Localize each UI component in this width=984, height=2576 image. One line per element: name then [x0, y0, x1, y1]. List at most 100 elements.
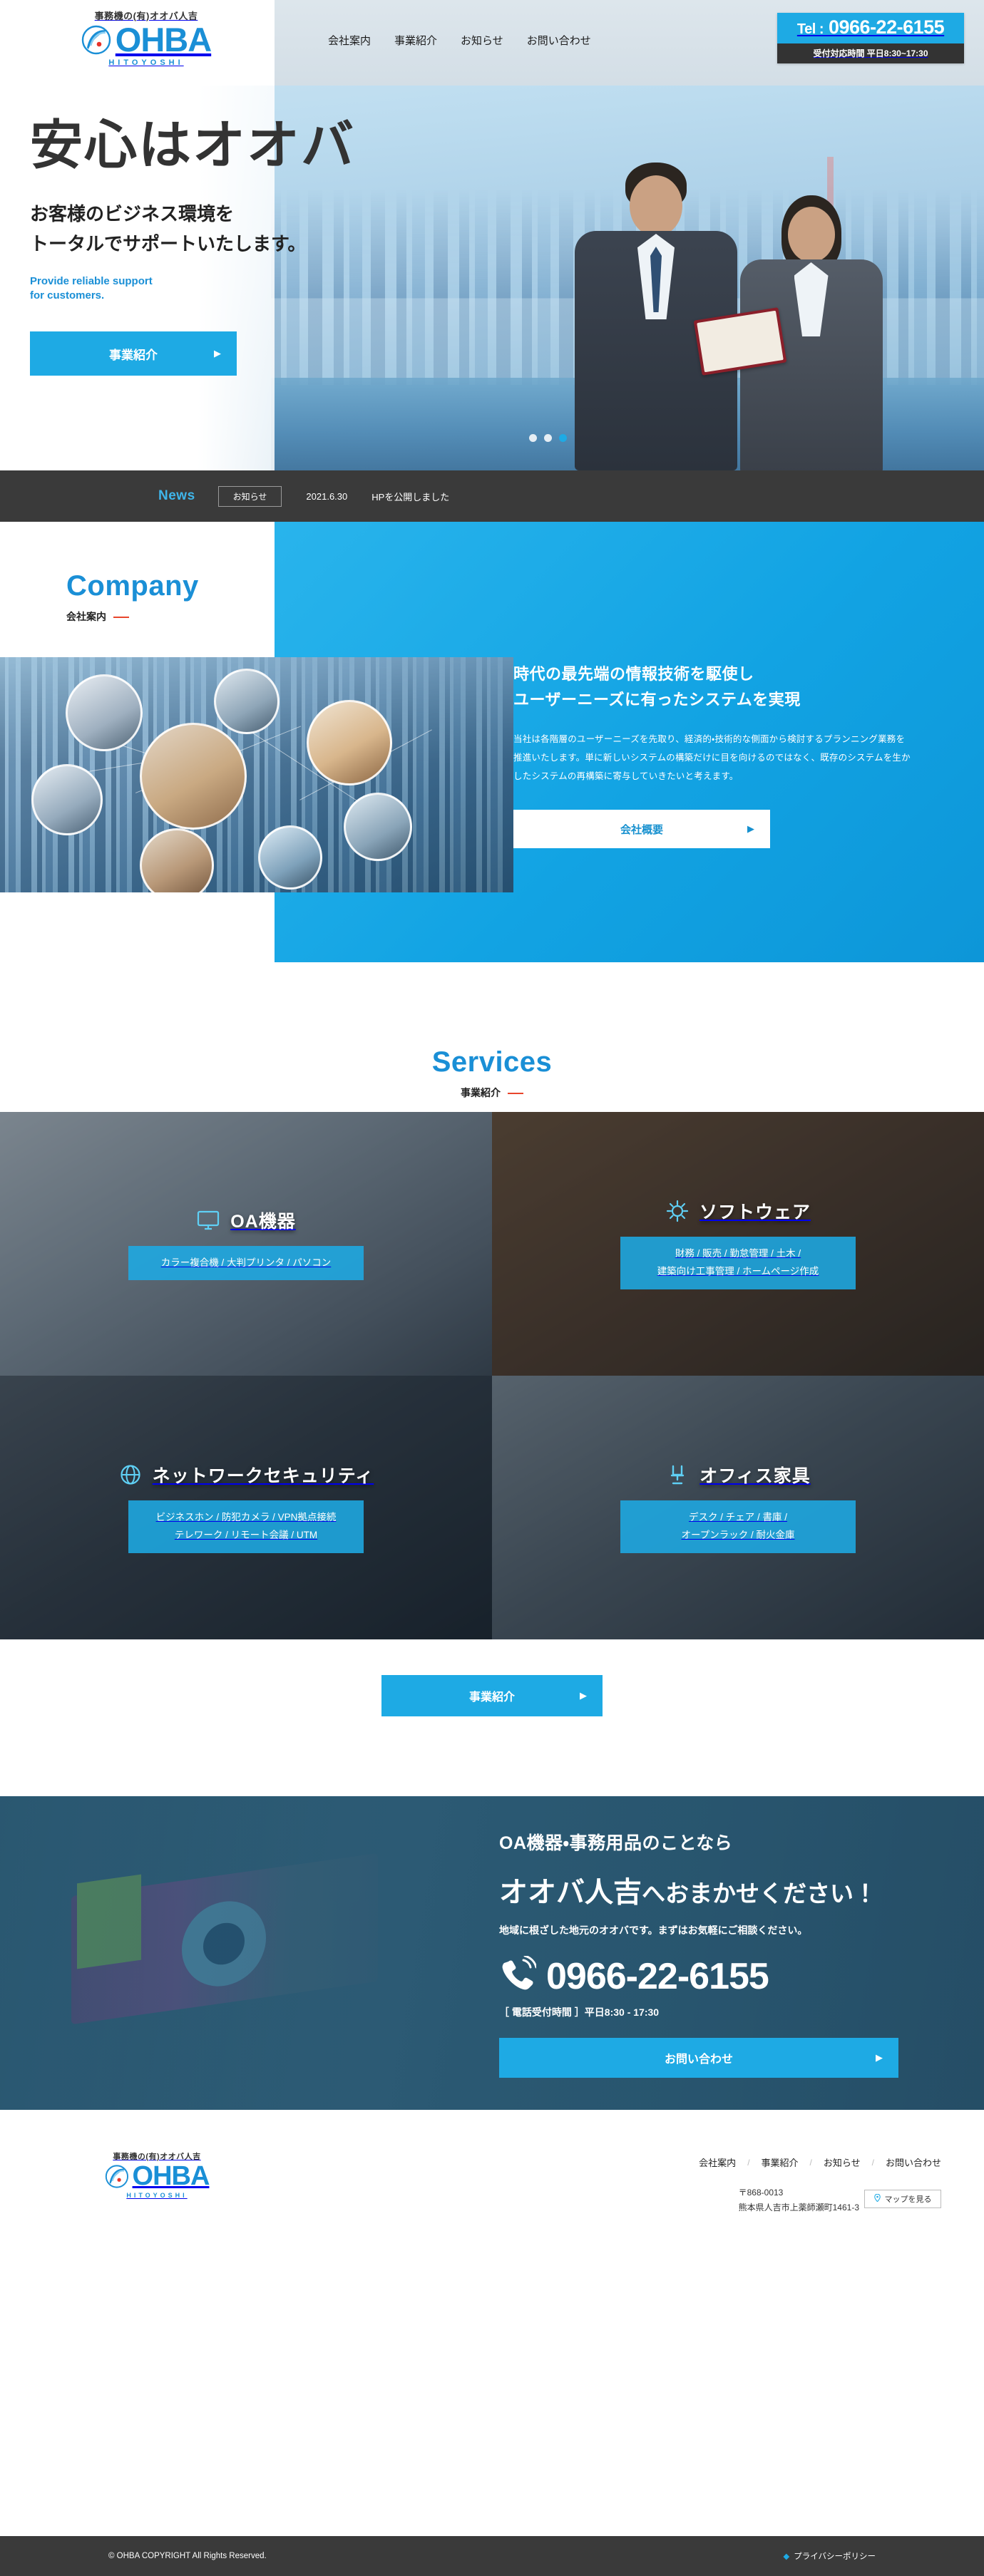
- footer-map-label: マップを見る: [884, 2195, 932, 2204]
- header-telephone-hours: 受付対応時間 平日8:30~17:30: [777, 43, 964, 64]
- footer-nav-item-services[interactable]: 事業紹介: [762, 2155, 799, 2169]
- cta-line2-rest: へおまかせください！: [642, 1880, 877, 1907]
- photo-bubble-server: [344, 793, 412, 861]
- news-date: 2021.6.30: [306, 490, 348, 502]
- service-card-tags-line1: 財務 / 販売 / 勤怠管理 / 土木 /: [675, 1248, 801, 1259]
- footer-navigation[interactable]: 会社案内 / 事業紹介 / お知らせ / お問い合わせ: [699, 2155, 941, 2169]
- company-text-block: 時代の最先端の情報技術を駆使し ユーザーニーズに有ったシステムを実現 当社は各階…: [513, 661, 913, 849]
- site-header: 事務機の(有)オオバ人吉 OHBA HITOYOSHI 会社案内 事業紹介 お知…: [0, 0, 984, 86]
- cta-text-block: OA機器・事務用品のことなら オオバ人吉へおまかせください！ 地域に根ざした地元…: [499, 1829, 941, 2078]
- service-card-tags-line1: デスク / チェア / 書庫 /: [688, 1512, 787, 1523]
- footer-nav-item-contact[interactable]: お問い合わせ: [886, 2155, 941, 2169]
- service-card-office-furniture[interactable]: オフィス家具 デスク / チェア / 書庫 / オープンラック / 耐火金庫: [492, 1376, 984, 1639]
- logo-subtitle: HITOYOSHI: [108, 58, 184, 68]
- service-card-tags: カラー複合機 / 大判プリンタ / パソコン: [128, 1245, 364, 1281]
- tel-label: Tel :: [796, 21, 824, 37]
- nav-item-company[interactable]: 会社案内: [328, 33, 371, 48]
- service-card-tags: デスク / チェア / 書庫 / オープンラック / 耐火金庫: [620, 1500, 856, 1553]
- heading-underline-bar: [508, 1093, 523, 1095]
- photo-bubble-typing: [140, 828, 214, 892]
- slider-dot-3[interactable]: [559, 434, 567, 442]
- hero-slider-dots[interactable]: [529, 434, 567, 442]
- ohba-swoosh-logo-mark-icon: [105, 2164, 131, 2189]
- services-more-button[interactable]: 事業紹介 ▶: [381, 1675, 603, 1716]
- news-bar-inner: News お知らせ 2021.6.30 HPを公開しました: [158, 485, 449, 507]
- footer-logo-subtitle: HITOYOSHI: [126, 2192, 188, 2200]
- services-grid: OA機器 カラー複合機 / 大判プリンタ / パソコン ソフトウェア 財務 / …: [0, 1112, 984, 1639]
- service-card-network-security[interactable]: ネットワークセキュリティ ビジネスホン / 防犯カメラ / VPN拠点接続 テレ…: [0, 1376, 492, 1639]
- service-card-tags-line2: テレワーク / リモート会議 / UTM: [174, 1530, 318, 1540]
- cta-phone-number: 0966-22-6155: [546, 1955, 769, 1997]
- company-heading-ja-text: 会社案内: [66, 611, 106, 622]
- arrow-right-icon: ▶: [214, 348, 221, 359]
- service-card-tags-line2: オープンラック / 耐火金庫: [681, 1530, 795, 1540]
- cta-contact-button-label: お問い合わせ: [664, 2054, 733, 2066]
- footer-map-button[interactable]: マップを見る: [864, 2190, 941, 2208]
- footer-logo[interactable]: 事務機の(有)オオバ人吉 OHBA HITOYOSHI: [68, 2153, 246, 2199]
- footer-logo-main: OHBA: [68, 2163, 246, 2190]
- footer-logo-wordmark: OHBA: [132, 2161, 210, 2192]
- services-button-wrap: 事業紹介 ▶: [0, 1675, 984, 1716]
- logo-wordmark: OHBA: [115, 21, 212, 59]
- service-card-content: ネットワークセキュリティ ビジネスホン / 防犯カメラ / VPN拠点接続 テレ…: [118, 1462, 374, 1553]
- photo-bubble-tablet: [214, 669, 280, 734]
- nav-item-services[interactable]: 事業紹介: [394, 33, 437, 48]
- cta-line1: OA機器・事務用品のことなら: [499, 1833, 733, 1853]
- main-navigation[interactable]: 会社案内 事業紹介 お知らせ お問い合わせ: [328, 33, 591, 48]
- service-card-tags-line1: ビジネスホン / 防犯カメラ / VPN拠点接続: [155, 1512, 337, 1523]
- site-logo[interactable]: 事務機の(有)オオバ人吉 OHBA HITOYOSHI: [39, 11, 253, 67]
- news-headline-link[interactable]: HPを公開しました: [371, 490, 449, 503]
- slider-dot-1[interactable]: [529, 434, 537, 442]
- businessman-figure: [570, 157, 742, 470]
- cta-line2-strong: オオバ人吉: [499, 1877, 642, 1908]
- contact-cta-section: OA機器・事務用品のことなら オオバ人吉へおまかせください！ 地域に根ざした地元…: [0, 1796, 984, 2110]
- footer-nav-item-company[interactable]: 会社案内: [699, 2155, 736, 2169]
- hero-services-button-label: 事業紹介: [109, 348, 158, 362]
- chair-icon: [665, 1463, 690, 1487]
- footer-logo-tagline: 事務機の(有)オオバ人吉: [113, 2153, 201, 2161]
- company-section: Company 会社案内 時代の最先端の情報技術を駆使し ユーザーニーズに有った…: [0, 522, 984, 964]
- header-telephone-box[interactable]: Tel : 0966-22-6155 受付対応時間 平日8:30~17:30: [777, 13, 964, 64]
- service-card-oa-equipment[interactable]: OA機器 カラー複合機 / 大判プリンタ / パソコン: [0, 1112, 492, 1376]
- copyright-bar: © OHBA COPYRIGHT All Rights Reserved. ◆ プ…: [0, 2536, 984, 2576]
- service-card-title: ソフトウェア: [699, 1202, 811, 1223]
- nav-item-news[interactable]: お知らせ: [461, 33, 503, 48]
- company-title-line1: 時代の最先端の情報技術を駆使し: [513, 665, 754, 683]
- arrow-right-icon: ▶: [580, 1690, 587, 1701]
- hero-copy: 安心はオオバ お客様のビジネス環境を トータルでサポートいたします。 Provi…: [30, 118, 515, 376]
- cta-note: 地域に根ざした地元のオオバです。まずはお気軽にご相談ください。: [499, 1925, 808, 1936]
- privacy-policy-link[interactable]: ◆ プライバシーポリシー: [783, 2550, 876, 2562]
- nav-item-contact[interactable]: お問い合わせ: [527, 33, 591, 48]
- company-overview-button[interactable]: 会社概要 ▶: [513, 810, 770, 849]
- service-card-tags-line2: 建築向け工事管理 / ホームページ作成: [657, 1266, 819, 1277]
- company-title-line2: ユーザーニーズに有ったシステムを実現: [513, 690, 801, 709]
- news-bar-title: News: [158, 488, 195, 503]
- cta-telephone[interactable]: 0966-22-6155: [499, 1954, 941, 1997]
- service-card-software[interactable]: ソフトウェア 財務 / 販売 / 勤怠管理 / 土木 / 建築向け工事管理 / …: [492, 1112, 984, 1376]
- hero-subheadline-line1: お客様のビジネス環境を: [30, 202, 235, 225]
- map-pin-icon: [873, 2193, 881, 2204]
- company-section-heading: Company 会社案内: [66, 572, 199, 624]
- phone-ringing-icon: [499, 1954, 538, 1997]
- slider-dot-2[interactable]: [544, 434, 552, 442]
- photo-bubble-laptop: [307, 700, 392, 785]
- company-heading-ja: 会社案内: [66, 609, 199, 624]
- company-heading-en: Company: [66, 570, 199, 602]
- gear-code-icon: [665, 1199, 690, 1223]
- arrow-right-icon: ▶: [747, 823, 754, 835]
- footer-address: 〒868-0013 熊本県人吉市上薬師瀬町1461-3: [739, 2185, 859, 2215]
- services-more-button-label: 事業紹介: [468, 1691, 515, 1704]
- logo-tagline: 事務機の(有)オオバ人吉: [94, 11, 198, 21]
- hero-english-line1: Provide reliable support: [30, 274, 153, 287]
- privacy-policy-label: プライバシーポリシー: [794, 2552, 876, 2561]
- footer-inner: 事務機の(有)オオバ人吉 OHBA HITOYOSHI 会社案内 / 事業紹介 …: [0, 2153, 984, 2281]
- cta-line2: オオバ人吉へおまかせください！: [499, 1869, 941, 1910]
- service-card-content: オフィス家具 デスク / チェア / 書庫 / オープンラック / 耐火金庫: [620, 1462, 856, 1553]
- service-card-tags: 財務 / 販売 / 勤怠管理 / 土木 / 建築向け工事管理 / ホームページ作…: [620, 1237, 856, 1289]
- cta-contact-button[interactable]: お問い合わせ ▶: [499, 2038, 898, 2078]
- service-card-content: OA機器 カラー複合機 / 大判プリンタ / パソコン: [128, 1207, 364, 1281]
- hero-services-button[interactable]: 事業紹介 ▶: [30, 331, 237, 376]
- footer-nav-item-news[interactable]: お知らせ: [824, 2155, 861, 2169]
- photo-bubble-phone: [31, 764, 103, 835]
- footer-nav-separator: /: [747, 2157, 750, 2168]
